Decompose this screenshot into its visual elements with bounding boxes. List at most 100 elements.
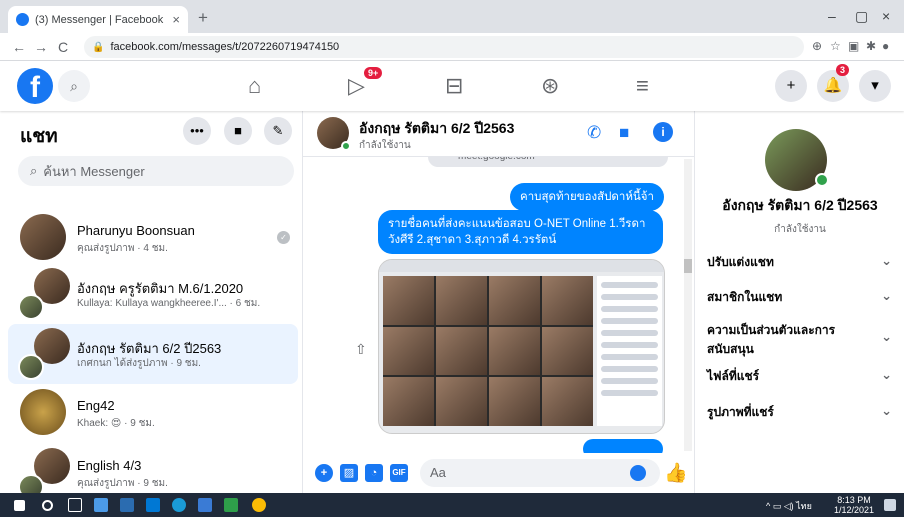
- conversation-panel: อังกฤษ รัตติมา 6/2 ปี2563 กำลังใช้งาน ✆ …: [303, 111, 694, 493]
- item-label: สมาชิกในแชท: [707, 290, 783, 304]
- customize-chat-item[interactable]: ปรับแต่งแชท ⌄: [707, 253, 892, 272]
- groups-icon[interactable]: ⊛: [541, 73, 559, 99]
- sticker-icon[interactable]: ◔: [365, 464, 383, 482]
- chat-list-item[interactable]: อังกฤษ ครูรัตติมา M.6/1.2020 Kullaya: Ku…: [8, 264, 298, 324]
- windows-start-icon[interactable]: [14, 500, 25, 511]
- profile-icon[interactable]: ●: [882, 39, 889, 53]
- new-message-icon[interactable]: ✎: [264, 117, 292, 145]
- chrome-icon[interactable]: [252, 498, 266, 512]
- facebook-logo-icon[interactable]: f: [17, 68, 53, 104]
- extension-icon[interactable]: ▣: [848, 39, 859, 53]
- close-window-button[interactable]: ×: [882, 8, 890, 24]
- share-icon[interactable]: ⇧: [355, 341, 367, 358]
- maximize-button[interactable]: ▢: [855, 8, 868, 25]
- store-icon[interactable]: [146, 498, 160, 512]
- message-bubble: รายชื่อคนที่ส่งคะแนนข้อสอบ O-NET Online …: [378, 210, 663, 254]
- mail-icon[interactable]: [120, 498, 134, 512]
- chat-preview: เกศกนก ได้ส่งรูปภาพ · 9 ชม.: [77, 358, 201, 369]
- bookmark-star-icon[interactable]: ☆: [830, 39, 841, 53]
- chevron-down-icon: ⌄: [881, 253, 892, 268]
- photo-browser-bar: [379, 260, 664, 272]
- line-icon[interactable]: [224, 498, 238, 512]
- chevron-down-icon: ⌄: [881, 288, 892, 303]
- watch-icon[interactable]: ▷: [348, 73, 365, 99]
- chat-preview: Khaek: 😍 · 9 ชม.: [77, 418, 155, 429]
- new-tab-button[interactable]: +: [198, 8, 208, 28]
- like-icon[interactable]: 👍: [664, 461, 688, 485]
- menu-icon[interactable]: ≡: [636, 73, 649, 99]
- audio-call-icon[interactable]: ✆: [587, 123, 601, 143]
- language-indicator[interactable]: ไทย: [796, 501, 812, 511]
- chat-members-item[interactable]: สมาชิกในแชท ⌄: [707, 288, 892, 307]
- participants-panel: [597, 276, 662, 426]
- url-field[interactable]: 🔒 facebook.com/messages/t/20722607194741…: [84, 36, 804, 58]
- new-room-icon[interactable]: ■: [224, 117, 252, 145]
- facebook-favicon-icon: [16, 13, 29, 26]
- search-placeholder: ค้นหา Messenger: [43, 163, 145, 179]
- info-name: อังกฤษ รัตติมา 6/2 ปี2563: [722, 197, 878, 213]
- zoom-icon[interactable]: ⊕: [812, 39, 822, 53]
- conversation-name[interactable]: อังกฤษ รัตติมา 6/2 ปี2563: [359, 118, 514, 140]
- system-tray[interactable]: ^ ▭ ◁) ไทย: [766, 499, 812, 513]
- home-icon[interactable]: ⌂: [248, 73, 261, 99]
- watch-badge: 9+: [364, 67, 383, 79]
- shared-files-item[interactable]: ไฟล์ที่แชร์ ⌄: [707, 367, 892, 386]
- chat-preview: Kullaya: Kullaya wangkheeree.I'... · 6 ช…: [77, 298, 261, 309]
- forward-icon[interactable]: →: [30, 39, 52, 55]
- shared-photos-item[interactable]: รูปภาพที่แชร์ ⌄: [707, 403, 892, 422]
- gif-icon[interactable]: GIF: [390, 464, 408, 482]
- chats-title: แชท: [20, 126, 58, 147]
- chat-preview: คุณส่งรูปภาพ · 4 ชม.: [77, 243, 168, 254]
- message-scrollbar[interactable]: [684, 159, 692, 451]
- chat-list-item[interactable]: Pharunyu Boonsuan คุณส่งรูปภาพ · 4 ชม. ✓: [8, 209, 298, 269]
- edge-icon[interactable]: [172, 498, 186, 512]
- chat-list-item-active[interactable]: อังกฤษ รัตติมา 6/2 ปี2563 เกศกนก ได้ส่งร…: [8, 324, 298, 384]
- marketplace-icon[interactable]: ⊟: [445, 73, 463, 99]
- tab-close-icon[interactable]: ×: [172, 12, 180, 27]
- item-label: รูปภาพที่แชร์: [707, 405, 774, 419]
- conversation-status: กำลังใช้งาน: [359, 140, 411, 151]
- item-label: ไฟล์ที่แชร์: [707, 369, 760, 383]
- emoji-icon[interactable]: [630, 465, 646, 481]
- more-options-icon[interactable]: •••: [183, 117, 211, 145]
- chat-list-item[interactable]: Eng42 Khaek: 😍 · 9 ชม.: [8, 384, 298, 444]
- url-text: facebook.com/messages/t/2072260719474150: [110, 41, 340, 53]
- avatar: [20, 389, 66, 435]
- notifications-badge: 3: [836, 64, 850, 76]
- item-label: ปรับแต่งแชท: [707, 255, 774, 269]
- video-call-icon[interactable]: ■: [619, 123, 629, 143]
- address-bar-row: ← → C 🔒 facebook.com/messages/t/20722607…: [0, 33, 904, 61]
- browser-tab[interactable]: (3) Messenger | Facebook ×: [8, 6, 188, 33]
- seen-check-icon: ✓: [277, 231, 290, 244]
- create-button[interactable]: +: [775, 70, 807, 102]
- minimize-button[interactable]: –: [828, 8, 836, 24]
- browser-tab-strip: (3) Messenger | Facebook × + – ▢ ×: [0, 0, 904, 33]
- messenger-search-input[interactable]: ⌕ ค้นหา Messenger: [18, 156, 294, 186]
- account-chevron-icon[interactable]: ▾: [859, 70, 891, 102]
- scroll-thumb[interactable]: [684, 259, 692, 273]
- search-icon[interactable]: [42, 500, 53, 511]
- clock-time: 8:13 PM: [837, 495, 871, 505]
- more-actions-icon[interactable]: +: [315, 464, 333, 482]
- shared-photo[interactable]: [378, 259, 665, 434]
- task-view-icon[interactable]: [68, 498, 82, 512]
- privacy-support-item[interactable]: ความเป็นส่วนตัวและการสนับสนุน ⌄: [707, 321, 892, 359]
- file-explorer-icon[interactable]: [94, 498, 108, 512]
- facebook-header: f ⌕ ⌂ ▷ 9+ ⊟ ⊛ ≡ + 🔔 3 ▾: [0, 61, 904, 111]
- conversation-info-panel: อังกฤษ รัตติมา 6/2 ปี2563 กำลังใช้งาน ปร…: [694, 111, 904, 493]
- app-icon[interactable]: [198, 498, 212, 512]
- info-status: กำลังใช้งาน: [774, 224, 826, 235]
- search-icon[interactable]: ⌕: [58, 70, 90, 102]
- reload-icon[interactable]: C: [52, 39, 74, 55]
- message-input[interactable]: Aa: [420, 459, 660, 487]
- puzzle-icon[interactable]: ✱: [866, 39, 876, 53]
- chevron-down-icon: ⌄: [881, 329, 892, 344]
- back-icon[interactable]: ←: [8, 39, 30, 55]
- previous-link-preview[interactable]: meet.google.com: [428, 157, 668, 167]
- avatar-secondary: [18, 354, 44, 380]
- info-icon[interactable]: i: [653, 122, 673, 142]
- photo-attach-icon[interactable]: ▨: [340, 464, 358, 482]
- conversation-header: อังกฤษ รัตติมา 6/2 ปี2563 กำลังใช้งาน ✆ …: [303, 111, 694, 157]
- notification-center-icon[interactable]: [884, 499, 896, 511]
- clock[interactable]: 8:13 PM 1/12/2021: [834, 495, 874, 515]
